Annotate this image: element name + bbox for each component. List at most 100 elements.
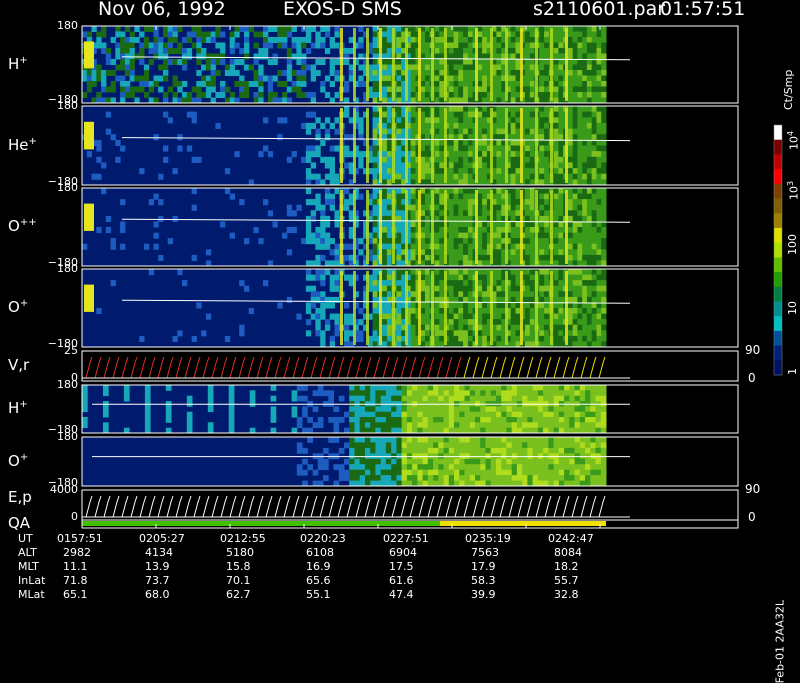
trace-vr-42 <box>463 356 471 379</box>
trace-vr-17 <box>238 356 246 379</box>
stripe-oplus-4 <box>392 271 395 345</box>
burst-heplus <box>84 121 94 150</box>
time-table-cell: 55.1 <box>306 588 331 601</box>
trace-vr-25 <box>310 356 318 379</box>
stripe-oplusplus-15 <box>565 190 568 264</box>
stripe-oplus-9 <box>475 271 478 345</box>
trace-ep-30 <box>355 495 363 518</box>
time-table-cell: 7563 <box>471 546 499 559</box>
trace-ep-55 <box>580 495 588 518</box>
trace-ep-2 <box>103 495 111 518</box>
ytick-max-heplus: 180 <box>57 99 78 112</box>
trace-vr-38 <box>427 356 435 379</box>
trace-vr-7 <box>148 356 156 379</box>
colorbar-tick-2: 100 <box>786 234 799 255</box>
panel-label-ep: E,p <box>8 488 32 506</box>
trace-vr-23 <box>292 356 300 379</box>
stripe-heplus-10 <box>490 108 493 183</box>
stripe-oplus-2 <box>366 271 369 345</box>
stripe-hplus-3 <box>379 28 382 101</box>
trace-ep-27 <box>328 495 336 518</box>
trace-ep-9 <box>166 495 174 518</box>
stripe-heplus-9 <box>475 108 478 183</box>
trace-ep-32 <box>373 495 381 518</box>
stripe-heplus-4 <box>392 108 395 183</box>
stripe-oplus-8 <box>444 271 447 345</box>
colorbar-swatch-4 <box>774 183 782 199</box>
trace-ep-28 <box>337 495 345 518</box>
trace-vr-21 <box>274 356 282 379</box>
trace-vr-57 <box>598 356 606 379</box>
ytick-max-oplusplus: 180 <box>57 181 78 194</box>
time-table-cell: 11.1 <box>63 560 88 573</box>
time-table-cell: 0205:27 <box>139 532 185 545</box>
stripe-hplus-12 <box>520 28 523 101</box>
colorbar-swatch-15 <box>774 345 782 361</box>
colorbar-tick-exp: 3 <box>786 180 795 186</box>
trace-ep-33 <box>382 495 390 518</box>
trace-ep-43 <box>472 495 480 518</box>
trace-ep-26 <box>319 495 327 518</box>
ytick-max-hplus2: 180 <box>57 378 78 391</box>
trace-vr-5 <box>130 356 138 379</box>
panel-label-text: H <box>8 399 20 417</box>
trace-ep-29 <box>346 495 354 518</box>
trace-vr-28 <box>337 356 345 379</box>
panel-label-text: O <box>8 217 20 235</box>
trace-ep-8 <box>157 495 165 518</box>
time-table-cell: 47.4 <box>389 588 414 601</box>
stripe-hplus-14 <box>550 28 553 101</box>
stripe-heplus-2 <box>366 108 369 183</box>
stripe-oplus-15 <box>565 271 568 345</box>
panel-label-sup: + <box>28 135 37 147</box>
trace-ep-18 <box>247 495 255 518</box>
time-table-row-label: ALT <box>18 546 37 559</box>
trace-vr-33 <box>382 356 390 379</box>
colorbar-swatch-12 <box>774 301 782 317</box>
colorbar-swatch-6 <box>774 213 782 229</box>
time-table-cell: 0227:51 <box>383 532 429 545</box>
trace-ep-3 <box>112 495 120 518</box>
time-table-cell: 65.6 <box>306 574 331 587</box>
panel-label-text: E,p <box>8 488 32 506</box>
trace-ep-53 <box>562 495 570 518</box>
trace-ep-17 <box>238 495 246 518</box>
stripe-oplusplus-11 <box>505 190 508 264</box>
panel-label-oplus: O+ <box>8 298 28 316</box>
trace-vr-32 <box>373 356 381 379</box>
stripe-hplus-13 <box>535 28 538 101</box>
time-table-cell: 39.9 <box>471 588 496 601</box>
time-table-cell: 32.8 <box>554 588 579 601</box>
rtick-bot-ep: 0 <box>748 510 756 524</box>
stripe-hplus-11 <box>505 28 508 101</box>
trace-vr-52 <box>553 356 561 379</box>
trace-vr-9 <box>166 356 174 379</box>
time-table-cell: 0220:23 <box>300 532 346 545</box>
panel-label-text: H <box>8 54 20 73</box>
stripe-oplusplus-0 <box>340 190 343 264</box>
panel-label-hplus: H+ <box>8 55 28 73</box>
stripe-heplus-11 <box>505 108 508 183</box>
trace-vr-30 <box>355 356 363 379</box>
colorbar-swatch-1 <box>774 139 782 155</box>
stripe-heplus-0 <box>340 108 343 183</box>
plot-canvas: Nov 06, 1992 EXOS-D SMS s2110601.par 01:… <box>0 0 800 683</box>
stripe-oplusplus-4 <box>392 190 395 264</box>
stripe-oplus-7 <box>431 271 434 345</box>
trace-vr-19 <box>256 356 264 379</box>
trace-vr-12 <box>193 356 201 379</box>
qa-caution <box>440 521 606 526</box>
stripe-hplus-8 <box>444 28 447 101</box>
rtick-top-vr: 90 <box>745 343 761 357</box>
time-table-cell: 0157:51 <box>57 532 103 545</box>
rtick-bot-vr: 0 <box>748 371 756 385</box>
trace-ep-41 <box>454 495 462 518</box>
time-table-cell: 17.9 <box>471 560 496 573</box>
colorbar-swatch-0 <box>774 125 782 141</box>
trace-vr-0 <box>85 356 93 379</box>
trace-vr-29 <box>346 356 354 379</box>
trace-vr-46 <box>499 356 507 379</box>
stripe-oplus-5 <box>405 271 408 345</box>
colorbar-swatch-8 <box>774 242 782 258</box>
ytick-max-hplus: 180 <box>57 19 78 32</box>
